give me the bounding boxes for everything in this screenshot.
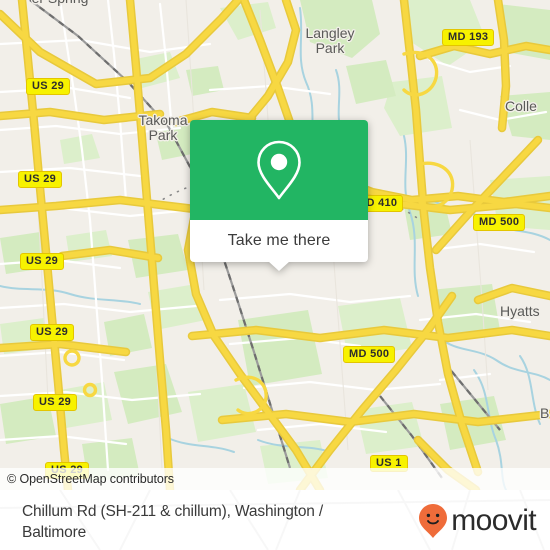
popup-pointer bbox=[268, 261, 290, 271]
moovit-smiley-pin-icon bbox=[419, 504, 448, 538]
station-title: Chillum Rd (SH-211 & chillum), Washingto… bbox=[22, 503, 324, 541]
map-canvas[interactable]: .rd { stroke:#f7d842; stroke-linecap:rou… bbox=[0, 0, 550, 490]
popup-header bbox=[190, 120, 368, 220]
moovit-wordmark: moovit bbox=[451, 504, 536, 537]
station-popup-card[interactable]: Take me there bbox=[190, 120, 368, 271]
map-attribution[interactable]: © OpenStreetMap contributors bbox=[0, 468, 550, 490]
map-pin-icon bbox=[257, 140, 301, 200]
attribution-text: © OpenStreetMap contributors bbox=[7, 472, 174, 486]
take-me-there-label: Take me there bbox=[227, 232, 331, 249]
footer-bar: Chillum Rd (SH-211 & chillum), Washingto… bbox=[0, 490, 550, 550]
moovit-logo[interactable]: moovit bbox=[418, 501, 537, 539]
take-me-there-button[interactable]: Take me there bbox=[190, 220, 368, 262]
moovit-station-map-screen: .rd { stroke:#f7d842; stroke-linecap:rou… bbox=[0, 0, 550, 550]
